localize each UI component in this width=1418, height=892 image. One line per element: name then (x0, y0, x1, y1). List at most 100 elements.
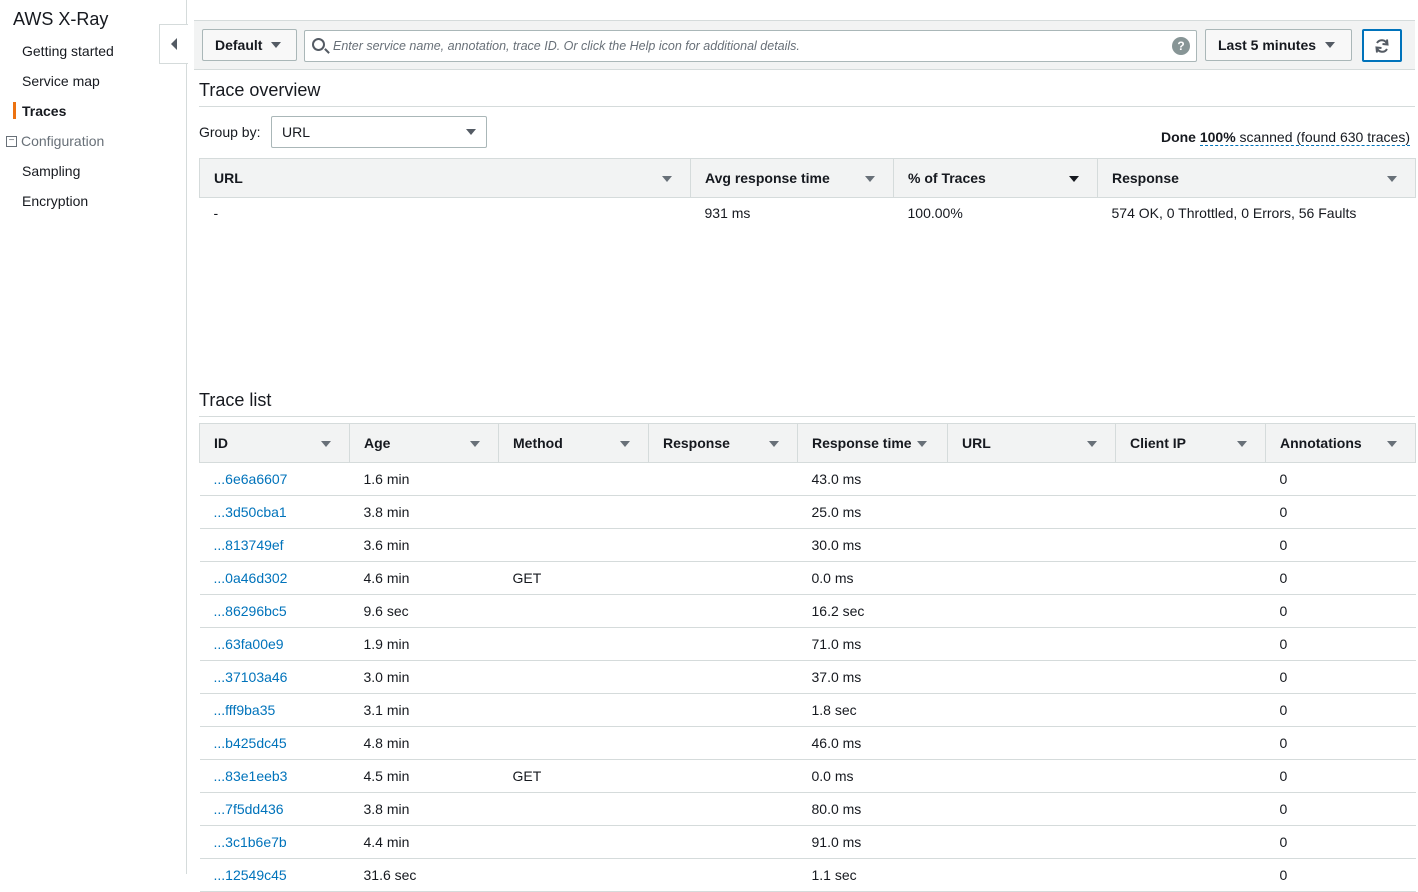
group-dropdown-button[interactable]: Default (202, 29, 297, 61)
column-label: Response time (812, 435, 912, 451)
trace-id-link[interactable]: ...813749ef (214, 537, 284, 553)
cell-annotations: 0 (1265, 561, 1416, 595)
column-header-method[interactable]: Method (498, 423, 649, 463)
trace-id-link[interactable]: ...83e1eeb3 (214, 768, 288, 784)
cell-method: GET (498, 561, 649, 595)
cell-avg-response-time: 931 ms (704, 205, 751, 222)
cell-response (648, 726, 798, 760)
cell-method (498, 495, 649, 529)
cell-method (498, 726, 649, 760)
sidebar-group-configuration[interactable]: − Configuration (6, 133, 104, 149)
cell-age: 4.6 min (349, 561, 499, 595)
table-row[interactable]: - 931 ms 100.00% 574 OK, 0 Throttled, 0 … (200, 198, 1416, 229)
table-row[interactable]: ...83e1eeb3 4.5 min GET 0.0 ms 0 (199, 759, 1416, 793)
cell-response (648, 759, 798, 793)
table-row[interactable]: ...813749ef 3.6 min 30.0 ms 0 (199, 528, 1416, 562)
cell-url (947, 462, 1116, 496)
table-row[interactable]: ...12549c45 31.6 sec 1.1 sec 0 (199, 858, 1416, 892)
trace-id-link[interactable]: ...3d50cba1 (214, 504, 287, 520)
cell-response (648, 660, 798, 694)
cell-method (498, 825, 649, 859)
column-header-url[interactable]: URL (947, 423, 1116, 463)
column-header-annotations[interactable]: Annotations (1265, 423, 1416, 463)
column-header-url[interactable]: URL (199, 158, 691, 198)
cell-id: ...37103a46 (199, 660, 350, 694)
cell-annotations: 0 (1265, 825, 1416, 859)
cell-percent-traces: 100.00% (907, 205, 963, 222)
trace-overview-title: Trace overview (199, 80, 321, 100)
time-range-button[interactable]: Last 5 minutes (1205, 29, 1352, 61)
collapse-group-icon[interactable]: − (6, 135, 17, 147)
column-header-age[interactable]: Age (349, 423, 499, 463)
table-row[interactable]: ...7f5dd436 3.8 min 80.0 ms 0 (199, 792, 1416, 826)
cell-id: ...3d50cba1 (199, 495, 350, 529)
trace-id-link[interactable]: ...6e6a6607 (214, 471, 288, 487)
column-header-client-ip[interactable]: Client IP (1115, 423, 1266, 463)
trace-id-link[interactable]: ...37103a46 (214, 669, 288, 685)
cell-age: 1.6 min (349, 462, 499, 496)
column-label: URL (962, 435, 991, 451)
trace-id-link[interactable]: ...0a46d302 (214, 570, 288, 586)
cell-client-ip (1115, 561, 1266, 595)
cell-response-time: 91.0 ms (797, 825, 948, 859)
collapse-sidebar-button[interactable] (159, 24, 188, 64)
help-icon[interactable]: ? (1172, 37, 1190, 55)
cell-response: 574 OK, 0 Throttled, 0 Errors, 56 Faults (1111, 205, 1357, 222)
cell-id: ...fff9ba35 (199, 693, 350, 727)
scan-status-detail[interactable]: 100% scanned (found 630 traces) (1199, 129, 1410, 146)
trace-id-link[interactable]: ...63fa00e9 (214, 636, 284, 652)
column-label: Age (364, 435, 391, 451)
sort-icon (662, 176, 672, 182)
cell-url (947, 759, 1116, 793)
group-by-select[interactable]: URL (271, 116, 487, 148)
cell-method: GET (498, 759, 649, 793)
column-header-response[interactable]: Response (648, 423, 798, 463)
table-row[interactable]: ...3d50cba1 3.8 min 25.0 ms 0 (199, 495, 1416, 529)
app-title[interactable]: AWS X-Ray (13, 9, 108, 30)
sidebar-item-traces[interactable]: Traces (22, 103, 66, 119)
sidebar-group-label: Configuration (21, 133, 105, 149)
column-header-response[interactable]: Response (1097, 158, 1416, 198)
table-row[interactable]: ...6e6a6607 1.6 min 43.0 ms 0 (199, 462, 1416, 496)
sidebar-item-encryption[interactable]: Encryption (22, 193, 88, 209)
sort-icon (917, 441, 927, 447)
cell-age: 4.8 min (349, 726, 499, 760)
trace-id-link[interactable]: ...12549c45 (214, 867, 287, 883)
cell-method (498, 528, 649, 562)
table-row[interactable]: ...37103a46 3.0 min 37.0 ms 0 (199, 660, 1416, 694)
table-row[interactable]: ...b425dc45 4.8 min 46.0 ms 0 (199, 726, 1416, 760)
cell-method (498, 594, 649, 628)
sidebar-item-getting-started[interactable]: Getting started (22, 43, 114, 59)
sort-icon (620, 441, 630, 447)
trace-id-link[interactable]: ...7f5dd436 (214, 801, 284, 817)
table-row[interactable]: ...86296bc5 9.6 sec 16.2 sec 0 (199, 594, 1416, 628)
column-header-response-time[interactable]: Response time (797, 423, 948, 463)
cell-response (648, 627, 798, 661)
sort-icon (321, 441, 331, 447)
table-row[interactable]: ...fff9ba35 3.1 min 1.8 sec 0 (199, 693, 1416, 727)
table-row[interactable]: ...3c1b6e7b 4.4 min 91.0 ms 0 (199, 825, 1416, 859)
cell-response-time: 43.0 ms (797, 462, 948, 496)
column-header-percent-traces[interactable]: % of Traces (893, 158, 1098, 198)
trace-id-link[interactable]: ...b425dc45 (214, 735, 287, 751)
cell-method (498, 693, 649, 727)
cell-annotations: 0 (1265, 627, 1416, 661)
scan-status: Done 100% scanned (found 630 traces) (1161, 129, 1410, 146)
cell-response (648, 495, 798, 529)
cell-client-ip (1115, 825, 1266, 859)
sidebar-item-sampling[interactable]: Sampling (22, 163, 80, 179)
trace-id-link[interactable]: ...3c1b6e7b (214, 834, 287, 850)
cell-annotations: 0 (1265, 726, 1416, 760)
column-header-avg-response-time[interactable]: Avg response time (690, 158, 894, 198)
trace-id-link[interactable]: ...fff9ba35 (214, 702, 276, 718)
trace-id-link[interactable]: ...86296bc5 (214, 603, 287, 619)
search-input[interactable] (333, 31, 1163, 61)
column-header-id[interactable]: ID (199, 423, 350, 463)
table-row[interactable]: ...63fa00e9 1.9 min 71.0 ms 0 (199, 627, 1416, 661)
table-row[interactable]: ...0a46d302 4.6 min GET 0.0 ms 0 (199, 561, 1416, 595)
sort-icon (1387, 176, 1397, 182)
sidebar-item-service-map[interactable]: Service map (22, 73, 100, 89)
search-box[interactable]: ? (304, 30, 1197, 62)
cell-url (947, 561, 1116, 595)
refresh-button[interactable] (1362, 29, 1402, 62)
